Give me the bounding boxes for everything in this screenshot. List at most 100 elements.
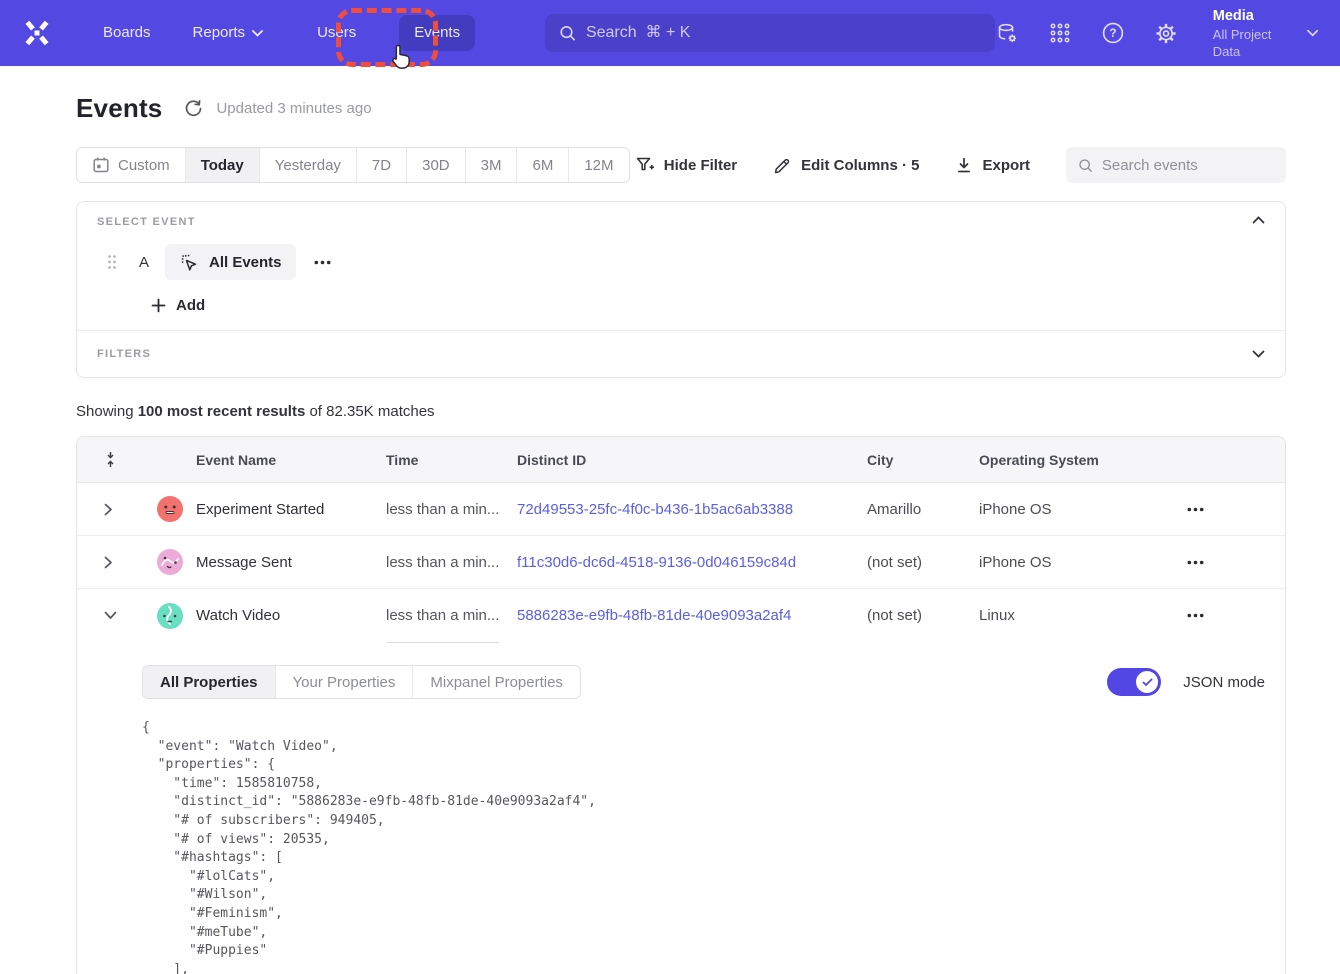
filters-label: FILTERS (97, 348, 151, 360)
cell-os: Linux (979, 607, 1169, 624)
avatar (157, 603, 183, 629)
calendar-icon (92, 156, 110, 174)
filters-section[interactable]: FILTERS (77, 331, 1285, 377)
project-name: Media (1213, 7, 1297, 26)
primary-nav: Boards Reports Users Events (88, 15, 475, 51)
event-selector-button[interactable]: All Events (165, 244, 296, 280)
check-icon (1142, 678, 1153, 687)
plus-icon (151, 298, 166, 313)
event-detail-panel: All Properties Your Properties Mixpanel … (77, 642, 1285, 974)
expand-row-icon[interactable] (77, 556, 138, 569)
hide-filter-button[interactable]: Hide Filter (635, 155, 737, 175)
table-row[interactable]: Experiment Started less than a min... 72… (77, 483, 1285, 536)
cell-distinct-id[interactable]: 5886283e-e9fb-48fb-81de-40e9093a2af4 (517, 607, 867, 624)
all-events-cursor-icon (179, 252, 200, 273)
nav-item-events[interactable]: Events (399, 15, 475, 51)
row-more-icon[interactable] (1169, 560, 1285, 565)
json-code: { "event": "Watch Video", "properties": … (142, 719, 1265, 974)
row-more-icon[interactable] (1169, 507, 1285, 512)
filter-funnel-icon (635, 155, 655, 175)
properties-tabs: All Properties Your Properties Mixpanel … (142, 665, 581, 699)
results-summary: Showing 100 most recent results of 82.35… (76, 403, 1286, 420)
tab-all-properties[interactable]: All Properties (143, 666, 276, 698)
collapse-section-icon[interactable] (1252, 216, 1265, 224)
nav-item-boards[interactable]: Boards (88, 15, 166, 51)
json-mode-toggle[interactable] (1107, 668, 1161, 696)
column-header-city[interactable]: City (867, 452, 979, 468)
cell-event-name: Message Sent (196, 554, 386, 571)
global-search[interactable] (545, 14, 995, 52)
column-header-time[interactable]: Time (386, 452, 517, 468)
row-more-icon[interactable] (1169, 613, 1285, 618)
updated-timestamp: Updated 3 minutes ago (216, 100, 371, 117)
cell-event-name: Experiment Started (196, 501, 386, 518)
chevron-down-icon (252, 30, 263, 37)
column-header-distinct-id[interactable]: Distinct ID (517, 452, 867, 468)
project-selector[interactable]: Media All Project Data (1213, 7, 1318, 60)
query-builder-card: SELECT EVENT A All Events (76, 201, 1286, 378)
table-row[interactable]: Message Sent less than a min... f11c30d6… (77, 536, 1285, 589)
mixpanel-logo-icon[interactable] (22, 18, 52, 48)
pencil-icon (773, 156, 792, 175)
avatar (157, 496, 183, 522)
date-option-12m[interactable]: 12M (569, 148, 628, 182)
settings-gear-icon[interactable] (1154, 21, 1178, 45)
top-navigation-bar: Boards Reports Users Events (0, 0, 1340, 66)
search-events-input[interactable] (1102, 157, 1274, 174)
tab-mixpanel-properties[interactable]: Mixpanel Properties (413, 666, 580, 698)
drag-handle-icon[interactable] (107, 254, 121, 270)
date-option-custom[interactable]: Custom (77, 148, 186, 182)
cell-city: Amarillo (867, 501, 979, 518)
table-row[interactable]: Watch Video less than a min... 5886283e-… (77, 589, 1285, 642)
export-button[interactable]: Export (955, 156, 1030, 175)
date-option-7d[interactable]: 7D (357, 148, 407, 182)
cell-time: less than a min... (386, 607, 517, 624)
expand-row-icon[interactable] (77, 503, 138, 516)
cell-os: iPhone OS (979, 501, 1169, 518)
data-management-icon[interactable] (995, 21, 1019, 45)
refresh-icon[interactable] (184, 99, 204, 119)
svg-text:?: ? (1109, 28, 1116, 40)
date-option-yesterday[interactable]: Yesterday (260, 148, 357, 182)
json-mode-label: JSON mode (1183, 674, 1265, 691)
events-page: Events Updated 3 minutes ago Custom Toda… (0, 93, 1340, 974)
nav-item-reports[interactable]: Reports (178, 15, 279, 51)
global-search-input[interactable] (586, 24, 981, 42)
cell-city: (not set) (867, 607, 979, 624)
nav-item-users[interactable]: Users (302, 15, 371, 51)
collapse-row-icon[interactable] (77, 611, 138, 620)
cell-distinct-id[interactable]: 72d49553-25fc-4f0c-b436-1b5ac6ab3388 (517, 501, 867, 518)
select-event-label: SELECT EVENT (97, 216, 1265, 228)
help-icon[interactable]: ? (1101, 21, 1125, 45)
event-clause-more-icon[interactable] (314, 260, 331, 265)
date-range-selector: Custom Today Yesterday 7D 30D 3M 6M 12M (76, 147, 630, 183)
nav-utilities: ? Media All Project Data (995, 7, 1318, 60)
cell-time: less than a min... (386, 554, 517, 571)
date-option-6m[interactable]: 6M (517, 148, 569, 182)
expand-filters-icon[interactable] (1252, 350, 1265, 358)
divider (386, 642, 499, 643)
project-subtitle: All Project Data (1213, 26, 1297, 60)
edit-columns-button[interactable]: Edit Columns · 5 (773, 156, 919, 175)
download-icon (955, 156, 973, 175)
search-icon (1078, 157, 1093, 174)
search-events-field[interactable] (1066, 147, 1286, 183)
date-option-30d[interactable]: 30D (407, 148, 466, 182)
date-option-3m[interactable]: 3M (466, 148, 518, 182)
date-option-today[interactable]: Today (186, 148, 260, 182)
table-header: Event Name Time Distinct ID City Operati… (77, 437, 1285, 483)
cell-event-name: Watch Video (196, 607, 386, 624)
apps-grid-icon[interactable] (1048, 21, 1072, 45)
page-title: Events (76, 93, 162, 124)
tab-your-properties[interactable]: Your Properties (276, 666, 414, 698)
cell-os: iPhone OS (979, 554, 1169, 571)
column-header-os[interactable]: Operating System (979, 452, 1169, 468)
add-event-button[interactable]: Add (151, 297, 205, 314)
cell-time: less than a min... (386, 501, 517, 518)
collapse-all-icon[interactable] (77, 451, 138, 468)
avatar (157, 549, 183, 575)
cell-distinct-id[interactable]: f11c30d6-dc6d-4518-9136-0d046159c84d (517, 554, 867, 571)
toggle-knob (1136, 671, 1158, 693)
clause-letter: A (139, 254, 153, 271)
column-header-event-name[interactable]: Event Name (196, 452, 386, 468)
